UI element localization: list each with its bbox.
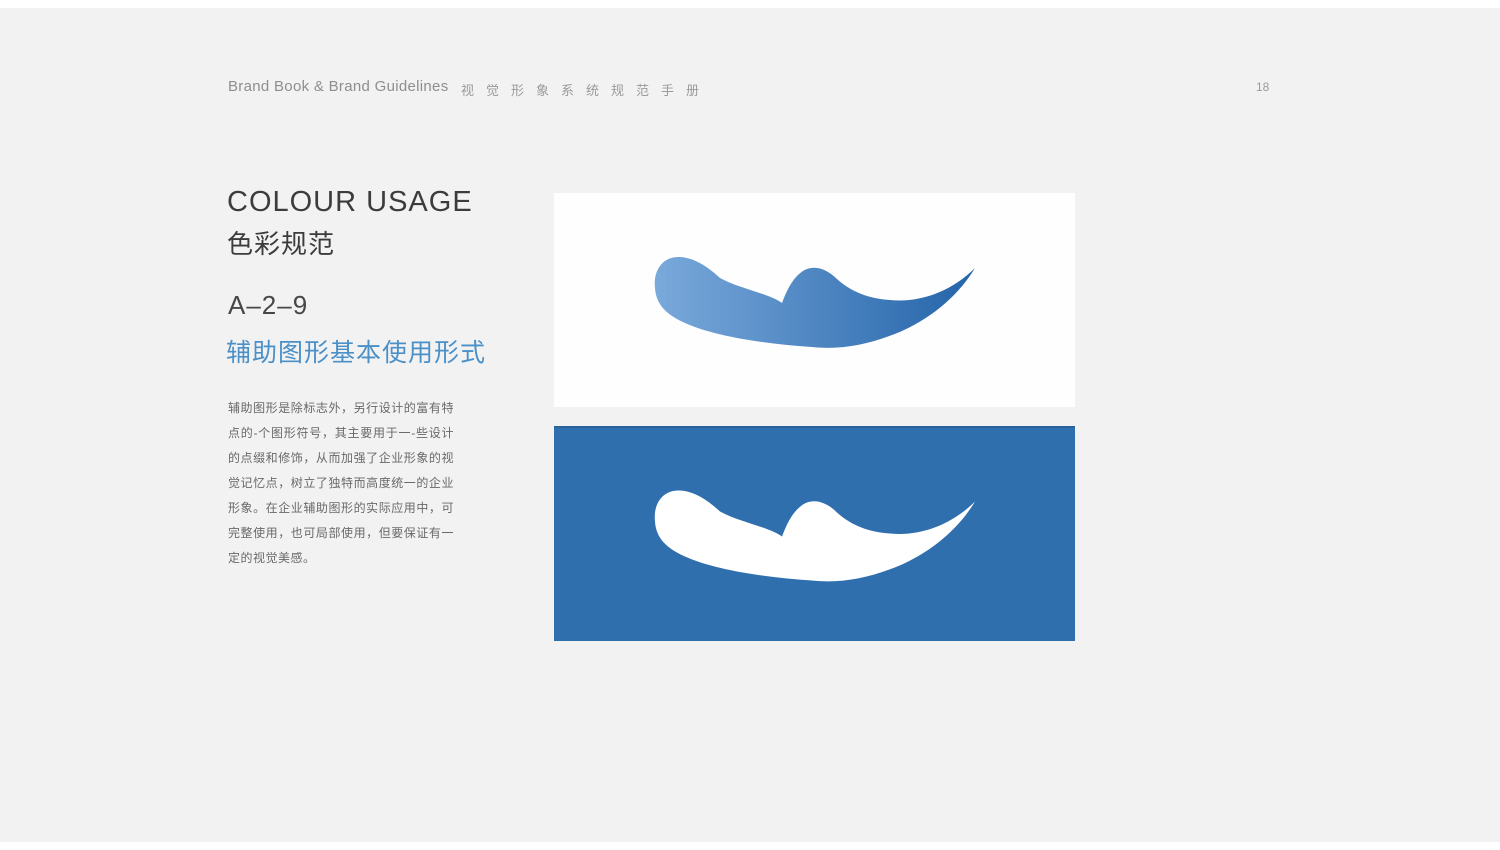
brand-wave-motif-reversed [554, 426, 1075, 641]
page-title-en: COLOUR USAGE [227, 186, 473, 219]
page-number: 18 [1256, 80, 1269, 94]
motif-panel-light [554, 193, 1075, 407]
body-paragraph: 辅助图形是除标志外，另行设计的富有特点的-个图形符号，其主要用于一-些设计的点缀… [228, 396, 454, 571]
header-brand-title: Brand Book & Brand Guidelines [228, 78, 449, 95]
wave-icon [655, 490, 975, 581]
slide-canvas [0, 8, 1500, 842]
brand-wave-motif-gradient [554, 193, 1075, 407]
header-chinese-title: 视觉形象系统规范手册 [461, 80, 711, 99]
wave-icon [655, 257, 975, 348]
page-title-cn: 色彩规范 [227, 224, 335, 261]
section-code: A–2–9 [228, 290, 308, 321]
motif-panel-dark [554, 426, 1075, 641]
section-title-cn: 辅助图形基本使用形式 [226, 333, 486, 369]
